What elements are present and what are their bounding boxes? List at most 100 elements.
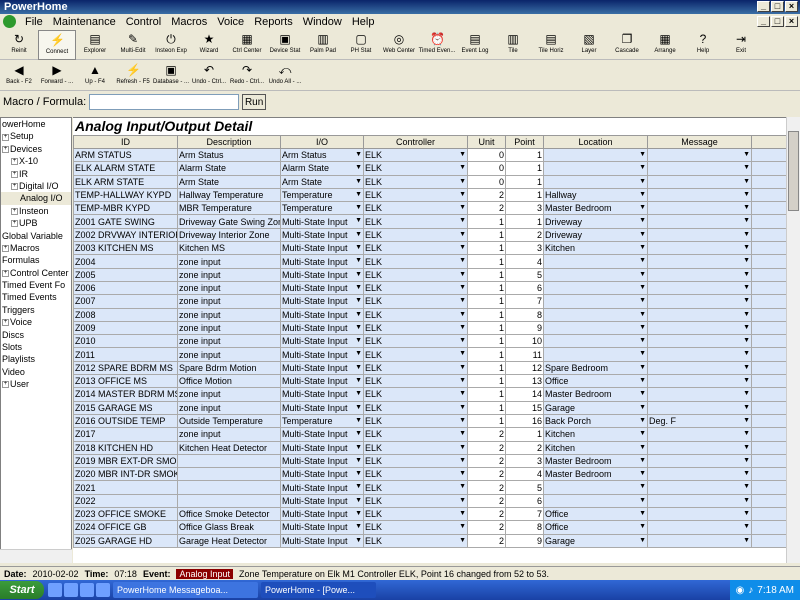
toolbar2-redo-button[interactable]: ↷ Redo - Ctrl... (228, 61, 266, 91)
cell-description[interactable] (177, 467, 281, 482)
cell-unit[interactable]: 1 (467, 320, 506, 336)
toolbar-cascade-button[interactable]: ❐ Cascade (608, 30, 646, 60)
cell-controller[interactable]: ELK (363, 520, 468, 535)
cell-message[interactable] (647, 533, 752, 548)
cell-point[interactable]: 7 (505, 507, 544, 522)
cell-controller[interactable]: ELK (363, 334, 468, 349)
tree-node[interactable]: + Insteon (1, 205, 71, 217)
tree-node[interactable]: Analog I/O (1, 192, 71, 205)
cell-unit[interactable]: 2 (467, 493, 506, 509)
cell-unit[interactable]: 2 (467, 440, 506, 455)
cell-message[interactable] (647, 427, 752, 442)
toolbar-tile-button[interactable]: ▥ Tile (494, 30, 532, 60)
cell-location[interactable]: Kitchen (543, 440, 648, 455)
cell-description[interactable] (177, 453, 281, 469)
cell-io[interactable]: Multi-State Input (280, 427, 364, 442)
cell-location[interactable] (543, 147, 648, 163)
cell-location[interactable] (543, 174, 648, 189)
cell-unit[interactable]: 1 (467, 294, 506, 309)
tray-network-icon[interactable]: ◉ (736, 585, 745, 596)
cell-point[interactable]: 5 (505, 267, 544, 282)
cell-id[interactable]: Z012 SPARE BDRM MS (73, 360, 178, 376)
toolbar-timed-event-button[interactable]: ⏰ Timed Even... (418, 30, 456, 60)
explorer-tree[interactable]: owerHome + Setup + Devices + X-10 + IR + Digital I… (0, 117, 72, 563)
toolbar2-database-button[interactable]: ▣ Database - ... (152, 61, 190, 91)
cell-id[interactable]: Z013 OFFICE MS (73, 374, 178, 389)
cell-message[interactable] (647, 254, 752, 269)
cell-point[interactable]: 8 (505, 520, 544, 535)
tree-node[interactable]: + Control Center (1, 267, 71, 279)
cell-message[interactable] (647, 201, 752, 216)
menu-macros[interactable]: Macros (166, 16, 212, 28)
child-restore-icon[interactable]: □ (771, 16, 784, 27)
quicklaunch-desktop-icon[interactable] (48, 583, 62, 597)
minimize-icon[interactable]: _ (757, 1, 770, 12)
toolbar-palm-pad-button[interactable]: ▥ Palm Pad (304, 30, 342, 60)
expand-icon[interactable]: + (11, 158, 18, 166)
cell-location[interactable] (543, 347, 648, 362)
cell-point[interactable]: 3 (505, 453, 544, 469)
child-close-icon[interactable]: × (785, 16, 798, 27)
cell-id[interactable]: Z004 (73, 254, 178, 269)
cell-io[interactable]: Multi-State Input (280, 267, 364, 282)
cell-io[interactable]: Multi-State Input (280, 254, 364, 269)
cell-id[interactable]: Z008 (73, 307, 178, 322)
quicklaunch-ie-icon[interactable] (64, 583, 78, 597)
cell-unit[interactable]: 0 (467, 147, 506, 163)
cell-location[interactable]: Driveway (543, 227, 648, 243)
cell-io[interactable]: Temperature (280, 413, 364, 429)
cell-location[interactable]: Spare Bedroom (543, 360, 648, 376)
cell-controller[interactable]: ELK (363, 174, 468, 189)
cell-message[interactable] (647, 241, 752, 256)
cell-location[interactable] (543, 480, 648, 495)
cell-io[interactable]: Multi-State Input (280, 214, 364, 229)
table-row[interactable]: Z023 OFFICE SMOKE Office Smoke Detector Mu… (73, 507, 786, 522)
table-row[interactable]: ARM STATUSArm StatusArm StatusELK01 (73, 147, 786, 163)
cell-description[interactable] (177, 493, 281, 509)
cell-controller[interactable]: ELK (363, 201, 468, 216)
cell-controller[interactable]: ELK (363, 347, 468, 362)
cell-controller[interactable]: ELK (363, 493, 468, 509)
cell-id[interactable]: Z017 (73, 427, 178, 442)
expand-icon[interactable]: + (11, 207, 18, 215)
menu-help[interactable]: Help (347, 16, 380, 28)
cell-message[interactable] (647, 147, 752, 163)
cell-description[interactable]: Kitchen MS (177, 241, 281, 256)
menu-maintenance[interactable]: Maintenance (48, 16, 121, 28)
cell-point[interactable]: 1 (505, 214, 544, 229)
cell-point[interactable]: 15 (505, 400, 544, 415)
cell-message[interactable] (647, 334, 752, 349)
cell-unit[interactable]: 2 (467, 201, 506, 216)
expand-icon[interactable]: + (11, 183, 18, 191)
cell-io[interactable]: Multi-State Input (280, 294, 364, 309)
cell-io[interactable]: Multi-State Input (280, 400, 364, 415)
macro-input[interactable] (89, 94, 240, 110)
cell-location[interactable]: Driveway (543, 214, 648, 229)
table-row[interactable]: Z005zone inputMulti-State InputELK15 (73, 267, 786, 282)
expand-icon[interactable]: + (2, 133, 9, 141)
cell-id[interactable]: Z020 MBR INT-DR SMOKE (73, 467, 178, 482)
tree-node[interactable]: Playlists (1, 353, 71, 365)
table-row[interactable]: Z021 Multi-State InputELK25 (73, 480, 786, 495)
cell-description[interactable]: zone input (177, 427, 281, 442)
cell-unit[interactable]: 1 (467, 387, 506, 402)
cell-description[interactable]: Spare Bdrm Motion (177, 360, 281, 376)
cell-message[interactable] (647, 520, 752, 535)
tree-node[interactable]: + Macros (1, 242, 71, 254)
toolbar-layer-button[interactable]: ▧ Layer (570, 30, 608, 60)
cell-io[interactable]: Multi-State Input (280, 227, 364, 243)
table-row[interactable]: Z011zone inputMulti-State InputELK111 (73, 347, 786, 362)
table-row[interactable]: ELK ALARM STATEAlarm StateAlarm StateELK… (73, 161, 786, 176)
cell-controller[interactable]: ELK (363, 427, 468, 442)
table-row[interactable]: ELK ARM STATEArm StateArm StateELK01 (73, 174, 786, 189)
cell-location[interactable] (543, 307, 648, 322)
cell-description[interactable]: zone input (177, 400, 281, 415)
cell-message[interactable] (647, 480, 752, 495)
cell-description[interactable]: Hallway Temperature (177, 187, 281, 203)
cell-id[interactable]: ELK ARM STATE (73, 174, 178, 189)
cell-point[interactable]: 13 (505, 374, 544, 389)
cell-message[interactable] (647, 267, 752, 282)
cell-message[interactable] (647, 320, 752, 336)
cell-unit[interactable]: 1 (467, 360, 506, 376)
cell-location[interactable] (543, 280, 648, 296)
